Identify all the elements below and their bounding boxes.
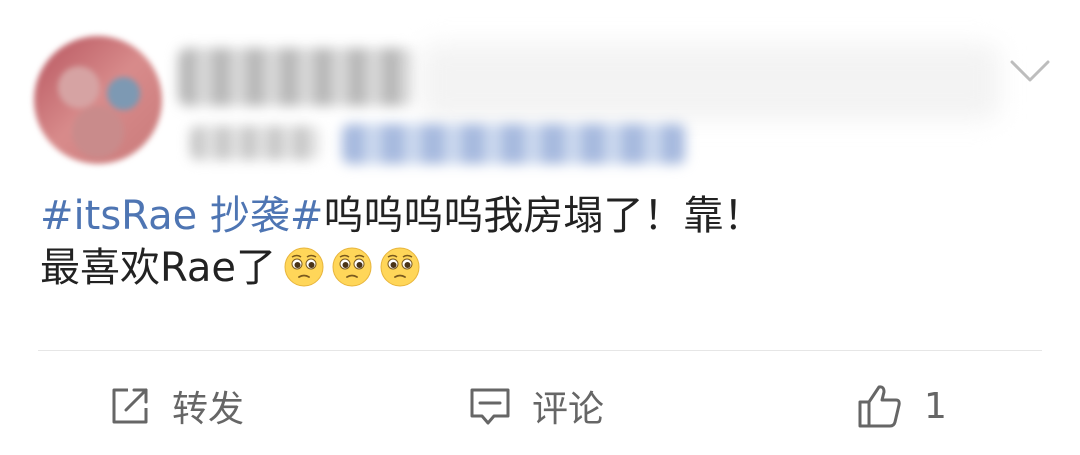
pleading-face-icon bbox=[380, 247, 420, 287]
post-time-blurred bbox=[190, 126, 320, 160]
like-count: 1 bbox=[924, 385, 947, 427]
post-line-2: 最喜欢Rae了 bbox=[40, 242, 1040, 294]
divider bbox=[38, 350, 1042, 351]
post-card: #itsRae 抄袭#呜呜呜呜我房塌了！靠！ 最喜欢Rae了 转发 评论 1 bbox=[0, 0, 1080, 455]
header-blur-area bbox=[420, 44, 1000, 120]
comment-button[interactable]: 评论 bbox=[468, 376, 604, 436]
thumbs-up-icon bbox=[858, 385, 901, 428]
repost-icon bbox=[112, 388, 148, 424]
username-blurred[interactable] bbox=[178, 48, 414, 106]
post-text-2: 最喜欢Rae了 bbox=[40, 245, 277, 291]
post-content: #itsRae 抄袭#呜呜呜呜我房塌了！靠！ 最喜欢Rae了 bbox=[40, 190, 1040, 294]
avatar[interactable] bbox=[34, 36, 162, 164]
pleading-face-icon bbox=[332, 247, 372, 287]
post-source-blurred bbox=[342, 124, 686, 164]
comment-icon bbox=[470, 388, 510, 425]
post-text-1: 呜呜呜呜我房塌了！靠！ bbox=[323, 193, 764, 239]
pleading-face-icon bbox=[284, 247, 324, 287]
post-line-1: #itsRae 抄袭#呜呜呜呜我房塌了！靠！ bbox=[40, 190, 1040, 242]
repost-label: 转发 bbox=[172, 389, 245, 430]
comment-label: 评论 bbox=[532, 389, 605, 430]
repost-button[interactable]: 转发 bbox=[108, 376, 244, 436]
hashtag-link[interactable]: #itsRae 抄袭# bbox=[40, 193, 323, 239]
like-button[interactable]: 1 bbox=[856, 376, 947, 436]
chevron-down-icon[interactable] bbox=[1008, 56, 1052, 86]
